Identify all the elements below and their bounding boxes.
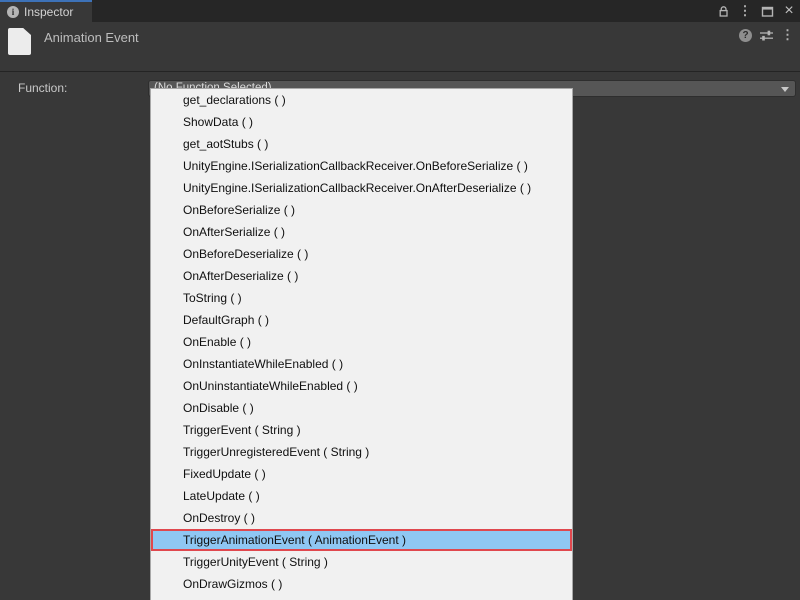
function-menu-item[interactable]: TriggerUnregisteredEvent ( String ): [151, 441, 572, 463]
function-menu-item[interactable]: FixedUpdate ( ): [151, 463, 572, 485]
function-menu-item[interactable]: UnityEngine.ISerializationCallbackReceiv…: [151, 177, 572, 199]
unlock-icon[interactable]: [716, 4, 730, 18]
function-menu-item[interactable]: UnityEngine.ISerializationCallbackReceiv…: [151, 155, 572, 177]
function-dropdown-popup: get_declarations ( ) ShowData ( ) get_ao…: [150, 88, 573, 600]
header-actions: ? ⋮: [739, 28, 794, 42]
function-menu-item[interactable]: get_aotStubs ( ): [151, 133, 572, 155]
function-field-label: Function:: [18, 81, 67, 95]
kebab-menu-icon[interactable]: ⋮: [738, 4, 752, 18]
help-icon[interactable]: ?: [739, 29, 752, 42]
function-menu-item[interactable]: OnAfterSerialize ( ): [151, 221, 572, 243]
function-menu-item[interactable]: OnDrawGizmos ( ): [151, 573, 572, 595]
maximize-icon[interactable]: [760, 4, 774, 18]
function-menu-item[interactable]: ToString ( ): [151, 287, 572, 309]
presets-icon[interactable]: [759, 29, 774, 42]
function-menu-item[interactable]: LateUpdate ( ): [151, 485, 572, 507]
function-menu-item[interactable]: OnEnable ( ): [151, 331, 572, 353]
function-menu-item[interactable]: OnAfterDeserialize ( ): [151, 265, 572, 287]
function-menu-item[interactable]: OnDisable ( ): [151, 397, 572, 419]
function-menu-item[interactable]: OnInstantiateWhileEnabled ( ): [151, 353, 572, 375]
function-menu-item[interactable]: TriggerEvent ( String ): [151, 419, 572, 441]
component-title: Animation Event: [44, 30, 139, 45]
function-menu-item[interactable]: TriggerUnityEvent ( String ): [151, 551, 572, 573]
function-menu-item[interactable]: OnBeforeDeserialize ( ): [151, 243, 572, 265]
tab-bar: i Inspector ⋮ ×: [0, 0, 800, 22]
function-menu-item[interactable]: DefaultGraph ( ): [151, 309, 572, 331]
chevron-down-icon: [781, 87, 789, 92]
function-menu-item[interactable]: OnBeforeSerialize ( ): [151, 199, 572, 221]
window-controls: ⋮ ×: [716, 0, 796, 22]
close-icon[interactable]: ×: [782, 4, 796, 18]
tab-inspector[interactable]: i Inspector: [0, 0, 92, 22]
function-menu-item[interactable]: OnDestroy ( ): [151, 507, 572, 529]
kebab-menu-icon[interactable]: ⋮: [781, 28, 794, 42]
function-menu-item[interactable]: TriggerAnimationEvent ( AnimationEvent ): [151, 529, 572, 551]
inspector-window: i Inspector ⋮ × Animation Event: [0, 0, 800, 600]
component-header: Animation Event ? ⋮: [0, 22, 800, 72]
info-icon: i: [7, 6, 19, 18]
script-asset-icon: [8, 28, 31, 55]
function-menu-item[interactable]: OnUninstantiateWhileEnabled ( ): [151, 375, 572, 397]
tab-label: Inspector: [24, 5, 73, 19]
function-menu-item[interactable]: ShowData ( ): [151, 111, 572, 133]
function-menu-item[interactable]: get_declarations ( ): [151, 89, 572, 111]
